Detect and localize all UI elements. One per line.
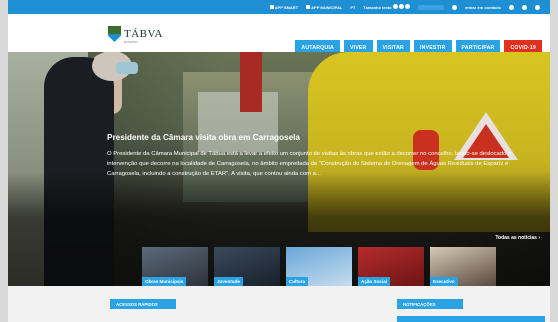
phone-icon	[269, 5, 274, 10]
tile-obras-municipais[interactable]: Obras Municipais	[142, 247, 208, 286]
text-size-small-icon[interactable]	[392, 4, 398, 9]
tile-label: Cultura	[286, 277, 309, 286]
tile-executivo[interactable]: Executivo	[430, 247, 496, 286]
contact-link[interactable]: entrar em contacto	[465, 5, 501, 10]
hero-photo-pipe	[240, 52, 262, 112]
site-logo[interactable]: TÁBVA MUNICÍPIO	[108, 21, 163, 47]
notifications-heading: NOTIFICAÇÕES	[397, 299, 463, 309]
logo-subtitle: MUNICÍPIO	[124, 41, 138, 44]
tile-juventude[interactable]: Juventude	[214, 247, 280, 286]
text-size-large-icon[interactable]	[404, 4, 410, 9]
search-icon[interactable]	[535, 4, 540, 10]
text-size-control[interactable]: Tamanho texto	[363, 4, 410, 10]
site-header: TÁBVA MUNICÍPIO AUTARQUIA VIVER VISITAR …	[8, 14, 550, 55]
app-smart-link[interactable]: APP SMART	[269, 5, 298, 10]
contrast-icon[interactable]	[451, 4, 457, 10]
text-size-medium-icon[interactable]	[398, 4, 404, 9]
coat-of-arms-icon	[108, 26, 121, 42]
page: APP SMART APP MUNICIPAL PT Tamanho texto…	[8, 0, 550, 322]
logo-text: TÁBVA	[124, 28, 163, 40]
all-news-link[interactable]: Todas as notícias ›	[495, 235, 540, 241]
tile-label: Obras Municipais	[142, 277, 187, 286]
tile-label: Executivo	[430, 277, 458, 286]
language-selector[interactable]: PT	[350, 5, 355, 10]
app-municipal-link[interactable]: APP MUNICIPAL	[306, 5, 342, 10]
hero-title[interactable]: Presidente da Câmara visita obra em Carr…	[107, 133, 300, 142]
accessibility-toggle[interactable]	[417, 4, 444, 10]
hero-photo-window	[198, 92, 278, 152]
bottom-section: ACESSOS RÁPIDOS NOTIFICAÇÕES	[8, 286, 550, 322]
facebook-icon[interactable]	[509, 4, 514, 10]
tile-label: Juventude	[214, 277, 243, 286]
tile-acao-social[interactable]: Ação Social	[358, 247, 424, 286]
notifications-bar	[397, 316, 545, 322]
phone-icon	[306, 5, 311, 10]
hero-text: O Presidente da Câmara Municipal de Tábu…	[107, 151, 512, 177]
top-utility-bar: APP SMART APP MUNICIPAL PT Tamanho texto…	[8, 0, 550, 14]
tile-label: Ação Social	[358, 277, 391, 286]
tile-cultura[interactable]: Cultura	[286, 247, 352, 286]
category-tiles: Obras Municipais Juventude Cultura Ação …	[142, 247, 496, 286]
youtube-icon[interactable]	[522, 4, 527, 10]
hero-photo-mask	[116, 62, 138, 74]
quick-access-heading: ACESSOS RÁPIDOS	[110, 299, 176, 309]
